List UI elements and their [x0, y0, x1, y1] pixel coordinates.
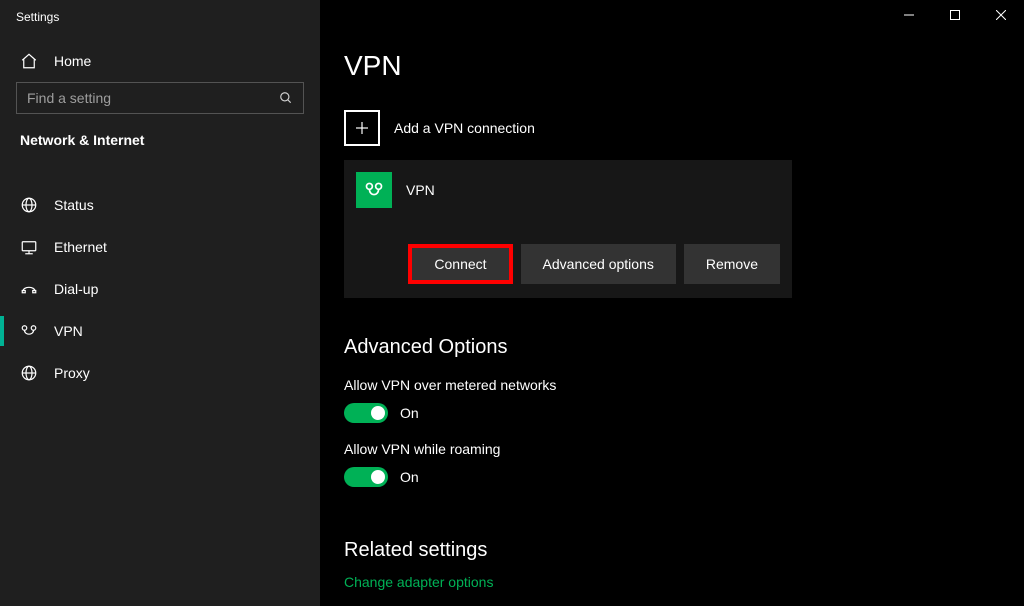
setting-metered-label: Allow VPN over metered networks [344, 377, 1000, 393]
toggle-roaming-state: On [400, 469, 419, 485]
setting-roaming: Allow VPN while roaming On [344, 441, 1000, 487]
minimize-button[interactable] [886, 0, 932, 30]
search-icon [277, 89, 295, 107]
status-icon [20, 196, 38, 214]
ethernet-icon [20, 238, 38, 256]
nav-home[interactable]: Home [0, 40, 320, 82]
sidebar: Settings Home Network & Internet [0, 0, 320, 606]
setting-roaming-label: Allow VPN while roaming [344, 441, 1000, 457]
sidebar-item-label: Status [54, 197, 94, 213]
close-button[interactable] [978, 0, 1024, 30]
search-input[interactable] [27, 90, 277, 106]
sidebar-item-status[interactable]: Status [0, 184, 320, 226]
window-title: Settings [0, 0, 320, 30]
window-controls [886, 0, 1024, 30]
plus-icon [344, 110, 380, 146]
toggle-roaming[interactable] [344, 467, 388, 487]
add-vpn-connection[interactable]: Add a VPN connection [344, 110, 1000, 146]
sidebar-item-ethernet[interactable]: Ethernet [0, 226, 320, 268]
sidebar-item-vpn[interactable]: VPN [0, 310, 320, 352]
add-vpn-label: Add a VPN connection [394, 120, 535, 136]
advanced-options-heading: Advanced Options [344, 336, 1000, 359]
toggle-metered[interactable] [344, 403, 388, 423]
vpn-connection-icon [356, 172, 392, 208]
sidebar-item-label: Dial-up [54, 281, 98, 297]
maximize-button[interactable] [932, 0, 978, 30]
main-content: VPN Add a VPN connection VPN Connect [320, 0, 1024, 606]
sidebar-category: Network & Internet [0, 132, 320, 160]
connect-button-highlight: Connect [408, 244, 512, 284]
setting-metered: Allow VPN over metered networks On [344, 377, 1000, 423]
sidebar-item-label: Proxy [54, 365, 90, 381]
sidebar-nav: Status Ethernet Dial-u [0, 184, 320, 394]
proxy-icon [20, 364, 38, 382]
dialup-icon [20, 280, 38, 298]
advanced-options-button[interactable]: Advanced options [521, 244, 676, 284]
sidebar-item-label: VPN [54, 323, 83, 339]
remove-button[interactable]: Remove [684, 244, 780, 284]
sidebar-item-dialup[interactable]: Dial-up [0, 268, 320, 310]
search-box[interactable] [16, 82, 304, 114]
link-change-adapter[interactable]: Change adapter options [344, 574, 493, 590]
vpn-connection-card[interactable]: VPN Connect Advanced options Remove [344, 160, 792, 298]
sidebar-item-label: Ethernet [54, 239, 107, 255]
home-icon [20, 52, 38, 70]
nav-home-label: Home [54, 53, 91, 69]
toggle-metered-state: On [400, 405, 419, 421]
vpn-icon [20, 322, 38, 340]
vpn-connection-name: VPN [406, 182, 435, 198]
related-settings-heading: Related settings [344, 539, 1000, 562]
connect-button[interactable]: Connect [412, 248, 508, 280]
sidebar-item-proxy[interactable]: Proxy [0, 352, 320, 394]
